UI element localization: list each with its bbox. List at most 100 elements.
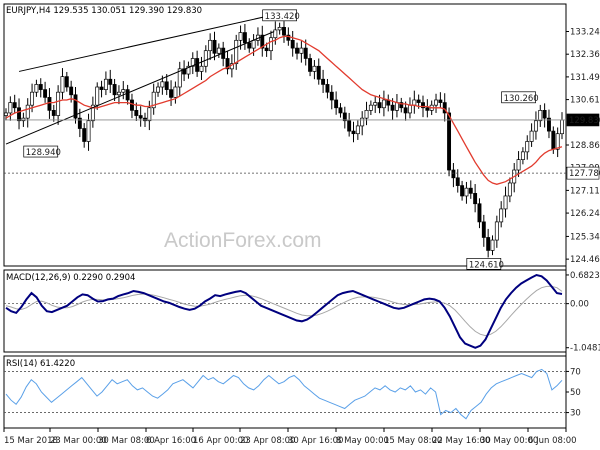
candle-body [86, 120, 91, 142]
candle-body [242, 32, 247, 44]
candle-body [269, 37, 273, 52]
annotation-label: 133.420 [265, 12, 300, 22]
candle-body [64, 76, 69, 88]
annotation-label: 124.610 [469, 260, 504, 270]
candle-body [321, 78, 326, 85]
candle-body [360, 117, 365, 127]
candle-body [8, 102, 13, 114]
candle-body [38, 84, 43, 90]
candle-body [455, 177, 460, 186]
candle-body [499, 208, 504, 223]
support-level-label: 127.780 [569, 169, 600, 179]
candle-body [138, 115, 143, 119]
candle-body [516, 159, 521, 171]
candle-body [538, 110, 543, 122]
candle-body [60, 76, 65, 93]
candle-body [507, 182, 512, 197]
rsi-tick-label: 70 [570, 367, 581, 377]
chart-window: ActionForex.com 133.240 132.365 131.490 130.… [0, 0, 600, 450]
candle-body [156, 86, 160, 93]
candle-body [247, 42, 252, 49]
candle-body [403, 107, 408, 114]
candle-body [560, 119, 564, 135]
candle-body [555, 133, 560, 150]
candle-body [56, 91, 61, 116]
rsi-panel-frame [3, 355, 567, 429]
candle-body [69, 86, 74, 96]
candle-body [295, 47, 299, 54]
candle-body [408, 104, 412, 114]
moving-average-line [5, 35, 563, 185]
candle-body [238, 32, 243, 41]
candle-body [277, 26, 282, 31]
candle-body [390, 104, 395, 111]
candles-group [4, 21, 564, 258]
candle-body [51, 110, 56, 116]
candle-body [290, 39, 295, 49]
candle-body [212, 39, 217, 54]
price-tick-label: 133.240 [570, 27, 600, 37]
candle-body [525, 141, 530, 153]
candle-body [203, 50, 208, 67]
candle-body [216, 47, 221, 54]
candle-body [147, 107, 152, 122]
candle-body [468, 187, 473, 194]
price-tick-label: 125.340 [570, 232, 600, 242]
candle-body [282, 26, 286, 36]
candle-body [43, 89, 48, 98]
rsi-line [5, 368, 563, 420]
candle-body [12, 102, 17, 109]
candle-body [30, 91, 35, 106]
candle-body [299, 47, 304, 54]
candle-body [99, 86, 104, 90]
macd-tick-label: 0.00 [570, 300, 589, 310]
candle-body [34, 84, 39, 93]
candle-body [103, 78, 108, 90]
candle-body [173, 86, 178, 98]
watermark: ActionForex.com [164, 229, 322, 252]
candle-body [503, 195, 508, 210]
candle-body [529, 130, 534, 142]
candle-body [447, 112, 452, 171]
candle-body [47, 97, 52, 111]
candle-body [551, 130, 556, 150]
candle-body [425, 107, 430, 111]
candle-body [464, 187, 469, 197]
price-tick-label: 132.365 [570, 50, 600, 60]
candle-body [434, 99, 438, 106]
candle-body [199, 65, 204, 72]
candle-body [108, 78, 113, 85]
candle-body [494, 221, 499, 241]
candle-body [312, 65, 317, 72]
candle-body [329, 91, 334, 101]
candle-body [264, 47, 269, 52]
candle-body [308, 58, 313, 72]
current-price-label: 129.830 [569, 116, 600, 126]
price-tick-label: 126.240 [570, 209, 600, 219]
candle-body [112, 84, 117, 96]
candle-body [316, 65, 321, 80]
candle-body [95, 86, 100, 106]
candle-body [160, 81, 165, 88]
candle-body [394, 102, 399, 111]
candle-body [82, 128, 87, 142]
candle-body [412, 99, 417, 106]
macd-tick-label: -1.0481 [570, 344, 600, 354]
candle-body [364, 110, 369, 119]
candle-body [4, 112, 8, 116]
candle-body [416, 99, 421, 103]
candle-body [130, 99, 134, 111]
candle-body [169, 89, 174, 98]
candle-body [208, 39, 213, 52]
candle-body [121, 89, 126, 93]
candle-body [486, 237, 491, 251]
x-tick-label: 6 Apr 16:00 [146, 436, 196, 446]
macd-tick-label: 0.6823 [570, 271, 600, 281]
annotation-label: 130.260 [504, 94, 539, 104]
candle-body [125, 89, 130, 101]
candle-body [355, 125, 360, 135]
candle-body [481, 221, 486, 238]
annotation-label: 128.940 [26, 148, 61, 158]
candle-body [477, 203, 482, 223]
price-tick-label: 127.115 [570, 186, 600, 196]
